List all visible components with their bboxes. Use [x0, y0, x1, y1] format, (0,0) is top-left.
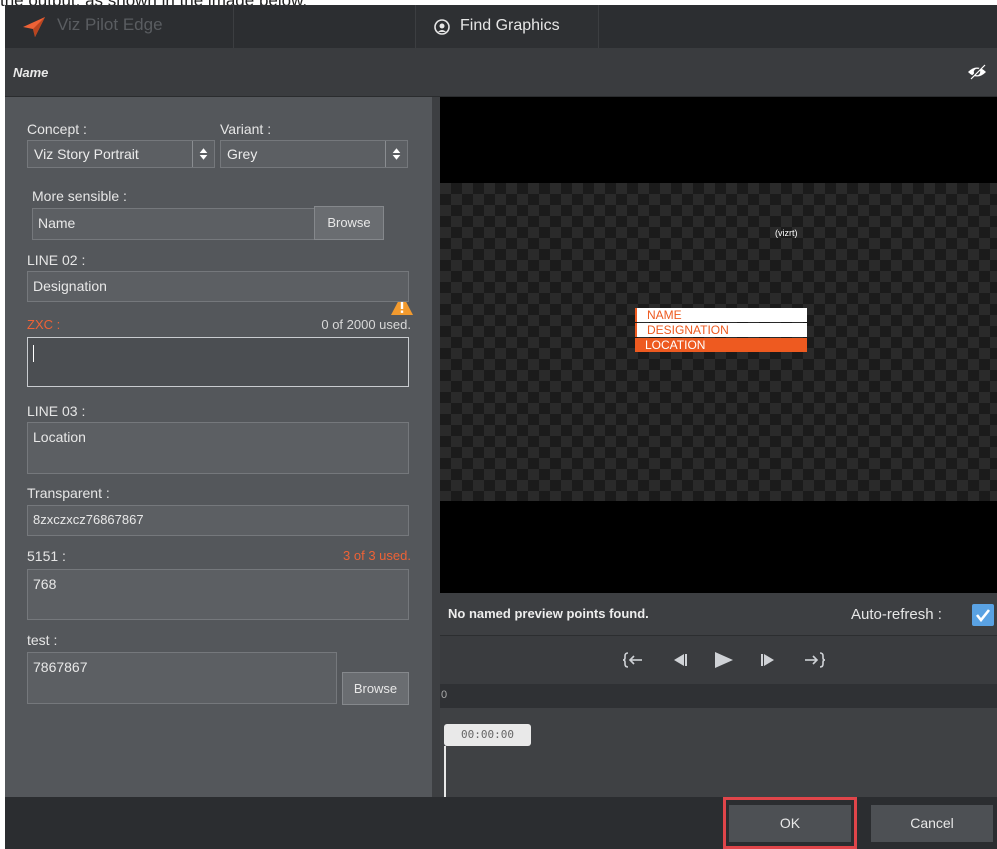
more-sensible-input[interactable]: Name [32, 208, 315, 240]
playhead-line [444, 746, 446, 797]
line03-textarea[interactable]: Location [27, 422, 409, 474]
zxc-label: ZXC : [27, 317, 61, 332]
variant-label: Variant : [220, 121, 272, 137]
preview-panel: (vizrt) NAME DESIGNATION LOCATION No nam… [440, 97, 997, 797]
concept-label: Concept : [27, 121, 87, 137]
line02-label: LINE 02 : [27, 252, 86, 268]
top-bar: Viz Pilot Edge Find Graphics [5, 5, 997, 48]
text-caret [33, 345, 34, 362]
panel-splitter[interactable] [432, 97, 440, 797]
go-to-end-icon[interactable] [804, 650, 826, 670]
transparent-label: Transparent : [27, 485, 110, 501]
variant-select-value: Grey [227, 146, 258, 162]
field-5151-textarea[interactable]: 768 [27, 569, 409, 620]
hide-preview-eye-icon[interactable] [967, 64, 987, 80]
app-title-area: Viz Pilot Edge [5, 5, 234, 48]
app-title: Viz Pilot Edge [57, 15, 163, 34]
test-textarea[interactable]: 7867867 [27, 652, 337, 704]
template-form-panel: Concept : Variant : Viz Story Portrait G… [5, 97, 432, 797]
lower-third-name: NAME [635, 308, 807, 322]
select-arrows-icon [192, 141, 208, 167]
tab-find-graphics-label: Find Graphics [460, 17, 560, 34]
ruler-start-label: 0 [441, 689, 448, 701]
editor-title: Name [13, 65, 49, 80]
transparent-input[interactable]: 8zxczxcz76867867 [27, 505, 409, 536]
field-5151-label: 5151 : [27, 548, 66, 564]
more-sensible-browse-button[interactable]: Browse [314, 206, 384, 240]
auto-refresh-label: Auto-refresh : [851, 606, 942, 623]
timeline-ruler[interactable]: 0 [440, 684, 997, 708]
variant-select[interactable]: Grey [220, 140, 408, 168]
checkmark-icon [975, 609, 991, 623]
line03-label: LINE 03 : [27, 403, 86, 419]
test-browse-button[interactable]: Browse [342, 672, 409, 705]
graphics-search-icon [434, 19, 450, 35]
tab-find-graphics[interactable]: Find Graphics [415, 5, 599, 48]
preview-status-text: No named preview points found. [448, 606, 649, 621]
lower-third-location: LOCATION [635, 338, 807, 352]
concept-select[interactable]: Viz Story Portrait [27, 140, 215, 168]
go-to-start-icon[interactable] [622, 650, 644, 670]
editor-header: Name [5, 48, 997, 97]
ok-button-highlight [723, 797, 857, 849]
more-sensible-label: More sensible : [32, 188, 127, 204]
lower-third-designation: DESIGNATION [635, 323, 807, 337]
viz-pilot-logo-icon [23, 17, 45, 37]
vizrt-watermark: (vizrt) [775, 228, 798, 238]
step-back-icon[interactable] [668, 650, 690, 670]
cancel-button[interactable]: Cancel [871, 805, 993, 842]
app-window: Viz Pilot Edge Find Graphics Name Concep… [5, 5, 997, 849]
auto-refresh-checkbox[interactable] [972, 604, 994, 626]
concept-select-value: Viz Story Portrait [34, 146, 139, 162]
preview-screen: (vizrt) NAME DESIGNATION LOCATION [440, 97, 997, 593]
play-icon[interactable] [712, 650, 734, 670]
select-arrows-icon [385, 141, 401, 167]
line02-input[interactable]: Designation [27, 271, 409, 302]
timeline-track[interactable]: 00:00:00 [440, 708, 997, 797]
test-label: test : [27, 632, 58, 648]
step-forward-icon[interactable] [758, 650, 780, 670]
preview-canvas: (vizrt) NAME DESIGNATION LOCATION [440, 183, 997, 501]
transport-controls [440, 636, 997, 684]
timecode-marker[interactable]: 00:00:00 [444, 724, 531, 746]
zxc-counter: 0 of 2000 used. [321, 317, 411, 332]
zxc-textarea[interactable] [27, 337, 409, 387]
preview-status-bar: No named preview points found. Auto-refr… [440, 593, 997, 636]
field-5151-counter: 3 of 3 used. [343, 548, 411, 563]
